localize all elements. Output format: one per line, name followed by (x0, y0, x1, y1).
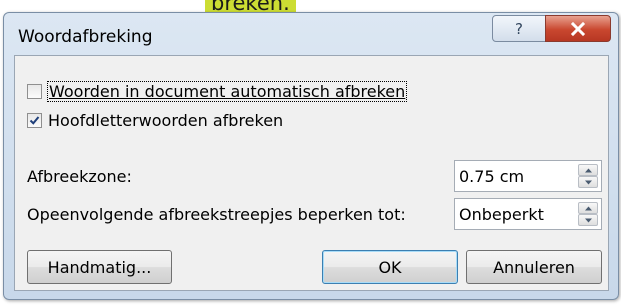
dialog-title: Woordafbreking (18, 27, 153, 47)
checkmark-icon (29, 116, 40, 125)
close-button[interactable] (545, 15, 611, 42)
arrow-up-icon (584, 206, 592, 210)
zone-spinner[interactable]: 0.75 cm (454, 160, 602, 192)
manual-button[interactable]: Handmatig... (27, 250, 172, 284)
title-bar[interactable]: Woordafbreking ? (4, 13, 618, 55)
svg-text:?: ? (515, 20, 523, 38)
help-button[interactable]: ? (492, 15, 546, 42)
limit-label: Opeenvolgende afbreekstreepjes beperken … (27, 205, 406, 224)
auto-hyphenate-label: Woorden in document automatisch afbreken (46, 81, 408, 102)
arrow-down-icon (584, 180, 592, 184)
help-icon: ? (515, 20, 523, 38)
limit-value[interactable]: Onbeperkt (459, 205, 544, 224)
zone-decrease-button[interactable] (578, 176, 598, 188)
limit-increase-button[interactable] (578, 202, 598, 214)
hyphenation-dialog: Woordafbreking ? Woorden in document aut… (3, 12, 619, 300)
zone-value[interactable]: 0.75 cm (459, 167, 524, 186)
dialog-body: Woorden in document automatisch afbreken… (14, 55, 609, 291)
zone-increase-button[interactable] (578, 164, 598, 176)
auto-hyphenate-option[interactable]: Woorden in document automatisch afbreken (27, 81, 408, 102)
cancel-button[interactable]: Annuleren (466, 250, 602, 284)
zone-label: Afbreekzone: (27, 167, 132, 186)
caps-hyphenate-checkbox[interactable] (27, 113, 42, 128)
caps-hyphenate-option[interactable]: Hoofdletterwoorden afbreken (27, 111, 283, 130)
auto-hyphenate-checkbox[interactable] (27, 84, 42, 99)
limit-spinner[interactable]: Onbeperkt (454, 198, 602, 230)
zone-spin-buttons (578, 164, 598, 188)
limit-decrease-button[interactable] (578, 214, 598, 226)
arrow-down-icon (584, 218, 592, 222)
arrow-up-icon (584, 168, 592, 172)
caps-hyphenate-label: Hoofdletterwoorden afbreken (48, 111, 284, 130)
limit-spin-buttons (578, 202, 598, 226)
ok-button[interactable]: OK (322, 250, 458, 284)
close-icon (570, 21, 586, 36)
